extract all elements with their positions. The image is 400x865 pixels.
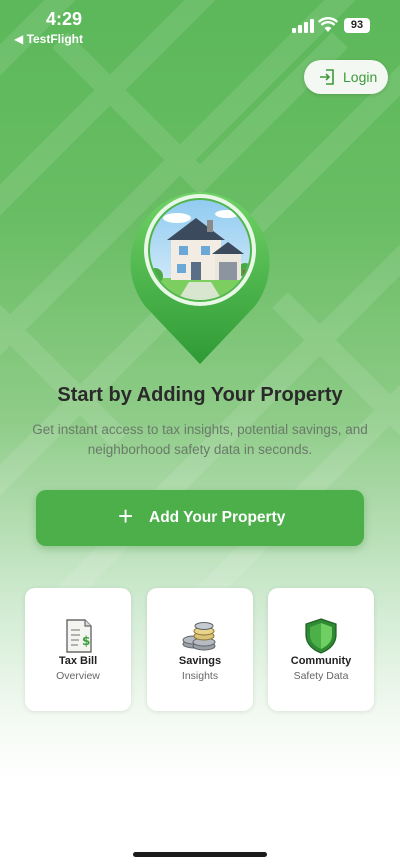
battery-indicator: 93 [344,18,370,33]
svg-text:$: $ [82,634,90,648]
feature-subtitle: Insights [181,670,219,682]
login-label: Login [343,69,378,85]
login-button[interactable]: Login [304,60,388,94]
feature-title: Tax Bill [58,655,98,667]
login-icon [320,69,334,85]
house-location-pin-illustration [130,192,270,364]
wifi-icon [318,17,338,32]
feature-title: Community [290,655,352,667]
shield-icon [305,618,337,654]
feature-title: Savings [178,655,222,667]
feature-card-community[interactable]: Community Safety Data [268,588,374,711]
tax-document-icon: $ [66,619,92,653]
page-subtitle: Get instant access to tax insights, pote… [32,422,368,457]
cellular-signal-icon [292,19,314,33]
back-to-app-link[interactable]: ◀ TestFlight [14,32,83,46]
page-title: Start by Adding Your Property [57,384,343,406]
plus-icon: + [118,501,134,531]
add-property-label: Add Your Property [149,509,286,526]
feature-card-tax-bill[interactable]: $ Tax Bill Overview [25,588,131,711]
feature-subtitle: Overview [56,670,100,682]
feature-card-savings[interactable]: Savings Insights [147,588,253,711]
coins-icon [182,622,216,651]
add-property-button[interactable]: + Add Your Property [36,490,364,546]
home-indicator[interactable] [133,852,267,857]
status-time: 4:29 [46,9,83,29]
status-bar: 4:29 ◀ TestFlight 93 [0,0,400,50]
feature-subtitle: Safety Data [293,670,349,682]
